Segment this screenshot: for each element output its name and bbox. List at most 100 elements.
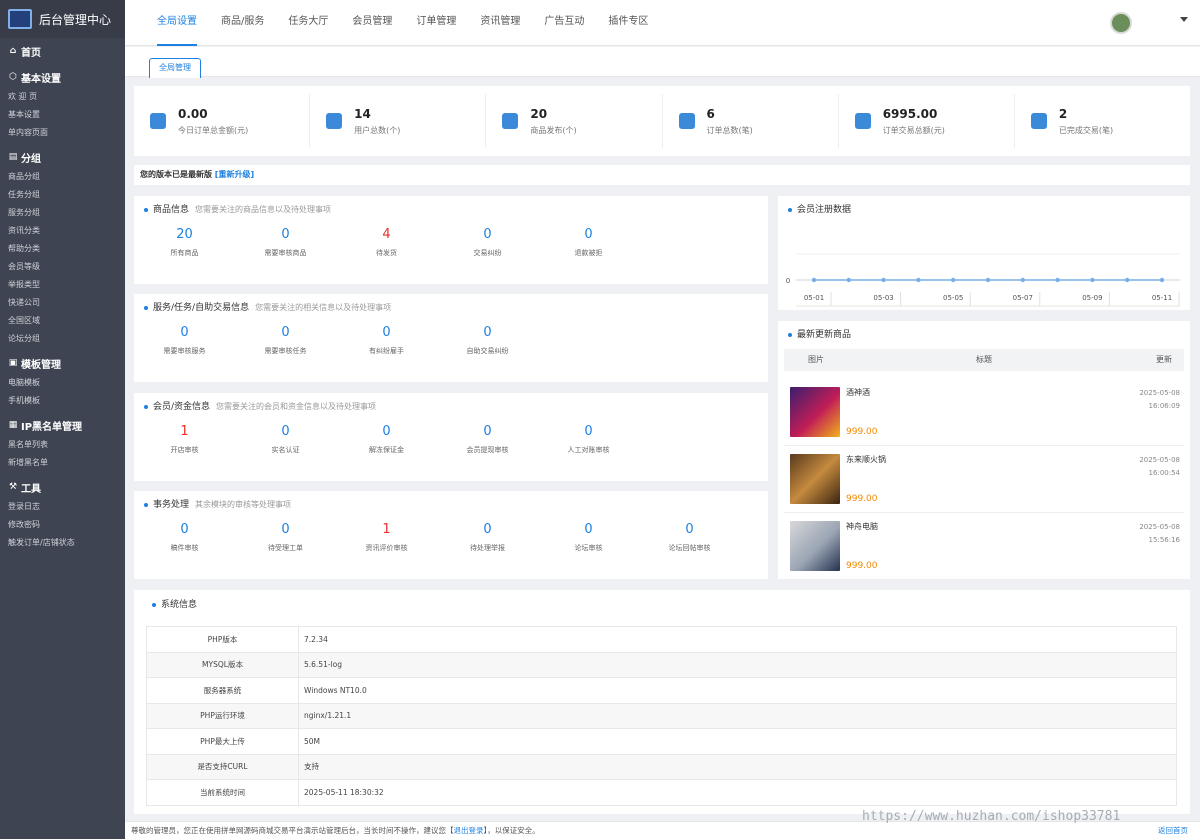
footer-notice-end: 】，以保证安全。 <box>483 826 540 835</box>
metric-item[interactable]: 1 资讯评价审核 <box>336 519 437 553</box>
product-title[interactable]: 酒神酒 <box>846 387 1124 398</box>
top-tab[interactable]: 全局设置 <box>157 0 197 46</box>
nav-items: 登录日志 修改密码 触发订单/店铺状态 <box>8 498 117 552</box>
product-info: 神舟电脑 999.00 <box>846 521 1124 571</box>
logout-link[interactable]: 退出登录 <box>454 826 484 835</box>
metric-item[interactable]: 0 交易纠纷 <box>437 224 538 258</box>
sidebar-item[interactable]: 触发订单/店铺状态 <box>8 534 117 552</box>
metric-item[interactable]: 0 自助交易纠纷 <box>437 322 538 356</box>
stat-text: 6 订单总数(笔) <box>707 107 753 136</box>
sidebar-item[interactable]: 论坛分组 <box>8 330 70 348</box>
product-updated: 2025-05-08 15:56:16 <box>1124 521 1184 547</box>
upgrade-link[interactable]: [重新升级] <box>215 170 254 179</box>
product-title[interactable]: 东来顺火锅 <box>846 454 1124 465</box>
sidebar-item[interactable]: 修改密码 <box>8 516 70 534</box>
chevron-down-icon[interactable] <box>1180 17 1188 22</box>
metric-item[interactable]: 1 开店审核 <box>134 421 235 455</box>
nav-group: ▤ 分组 商品分组 任务分组 服务分组 资讯分类 帮助分类 会员等级 举报类型 快递公司 全国区域论… <box>0 146 125 348</box>
metric-item[interactable]: 0 论坛审核 <box>538 519 639 553</box>
sidebar-item[interactable]: 登录日志 <box>8 498 70 516</box>
product-row[interactable]: 神舟电脑 999.00 2025-05-08 15:56:16 <box>784 513 1184 580</box>
top-tab[interactable]: 广告互动 <box>544 0 584 46</box>
metric-item[interactable]: 0 需要审核任务 <box>235 322 336 356</box>
sidebar-item[interactable]: 全国区域 <box>8 312 70 330</box>
sidebar-item[interactable]: 会员等级 <box>8 258 70 276</box>
metric-item[interactable]: 4 待发货 <box>336 224 437 258</box>
top-tab[interactable]: 会员管理 <box>352 0 392 46</box>
sidebar-item[interactable]: 电脑模板 <box>8 374 70 392</box>
brand[interactable]: 后台管理中心 <box>0 0 125 38</box>
back-home-link[interactable]: 返回首页 <box>1158 822 1188 839</box>
system-key: MYSQL版本 <box>146 651 299 678</box>
system-value: 7.2.34 <box>298 626 1177 653</box>
stat-label: 订单交易总额(元) <box>882 125 945 135</box>
dot-icon <box>144 207 148 212</box>
metric-value: 0 <box>180 325 189 340</box>
nav-group-header[interactable]: ⌂ 首页 <box>8 40 117 62</box>
stat-value: 6 <box>706 106 715 121</box>
top-tab[interactable]: 插件专区 <box>608 0 648 46</box>
product-image[interactable] <box>790 521 840 571</box>
sidebar-item[interactable]: 快递公司 <box>8 294 70 312</box>
top-tab[interactable]: 任务大厅 <box>288 0 328 46</box>
nav-group-icon: ▦ <box>8 420 18 430</box>
metric-item[interactable]: 0 退款被拒 <box>538 224 639 258</box>
version-text: 您的版本已是最新版 <box>140 170 212 179</box>
data-point <box>1055 277 1060 283</box>
sidebar-item[interactable]: 帮助分类 <box>8 240 70 258</box>
metric-item[interactable]: 0 待处理举报 <box>437 519 538 553</box>
metric-item[interactable]: 0 待受理工单 <box>235 519 336 553</box>
product-image[interactable] <box>790 454 840 504</box>
metric-item[interactable]: 0 人工对账审核 <box>538 421 639 455</box>
sidebar-item[interactable]: 任务分组 <box>8 186 70 204</box>
product-date: 2025-05-08 <box>1139 389 1180 397</box>
tab-global-management[interactable]: 全局管理 <box>149 58 201 78</box>
metric-item[interactable]: 0 实名认证 <box>235 421 336 455</box>
nav-group-header[interactable]: ▦ IP黑名单管理 <box>8 414 117 436</box>
sidebar-item[interactable]: 服务分组 <box>8 204 70 222</box>
system-row: MYSQL版本 5.6.51-log <box>146 651 1177 678</box>
product-row[interactable]: 酒神酒 999.00 2025-05-08 16:06:09 <box>784 379 1184 446</box>
metric-item[interactable]: 20 所有商品 <box>134 224 235 258</box>
top-tab[interactable]: 订单管理 <box>416 0 456 46</box>
metric-item[interactable]: 0 有纠纷雇手 <box>336 322 437 356</box>
product-title[interactable]: 神舟电脑 <box>846 521 1124 532</box>
product-row[interactable]: 东来顺火锅 999.00 2025-05-08 16:00:54 <box>784 446 1184 513</box>
metric-item[interactable]: 0 解冻保证金 <box>336 421 437 455</box>
sidebar-item[interactable]: 欢 迎 页 <box>8 88 70 106</box>
metric-item[interactable]: 0 稿件审核 <box>134 519 235 553</box>
sidebar-item[interactable]: 手机模板 <box>8 392 70 410</box>
metric-label: 论坛审核 <box>574 544 603 552</box>
system-info-card: 系统信息 PHP版本 7.2.34 MYSQL版本 5.6.51-log 服务器系统 Wi… <box>134 590 1190 814</box>
metric-item[interactable]: 0 需要审核商品 <box>235 224 336 258</box>
sidebar-item[interactable]: 商品分组 <box>8 168 70 186</box>
product-image[interactable] <box>790 387 840 437</box>
nav-group-header[interactable]: ⬡ 基本设置 <box>8 66 117 88</box>
nav-group-icon: ⬡ <box>9 72 17 82</box>
sidebar-item[interactable]: 基本设置 <box>8 106 70 124</box>
sidebar-item[interactable]: 举报类型 <box>8 276 70 294</box>
register-line-chart: 0 05-01 05-03 05-05 05-07 05-09 05-11 <box>786 253 1180 307</box>
sidebar-item[interactable]: 资讯分类 <box>8 222 70 240</box>
latest-products-card: 最新更新商品 图片 标题 更新 酒神酒 999.00 2025-05-08 16:06… <box>778 321 1190 580</box>
sidebar-item[interactable]: 单内容页面 <box>8 124 70 142</box>
data-point <box>1020 277 1025 283</box>
top-tab[interactable]: 资讯管理 <box>480 0 520 46</box>
section-desc: 其余模块的审核等处理事项 <box>195 500 292 509</box>
top-tab[interactable]: 商品/服务 <box>221 0 264 46</box>
nav-group-header[interactable]: ▣ 模板管理 <box>8 352 117 374</box>
avatar[interactable] <box>1110 12 1132 34</box>
metric-item[interactable]: 0 需要审核服务 <box>134 322 235 356</box>
sidebar-item[interactable]: 黑名单列表 <box>8 436 70 454</box>
metric-item[interactable]: 0 论坛回帖审核 <box>639 519 740 553</box>
metric-value: 1 <box>382 522 391 537</box>
system-row: 是否支持CURL 支持 <box>146 753 1177 780</box>
register-chart-card: 会员注册数据 0 05-01 05-03 05-05 05-07 05-09 05-11 <box>778 196 1190 310</box>
metric-value: 0 <box>685 522 694 537</box>
sidebar-item[interactable]: 新增黑名单 <box>8 454 70 472</box>
metric-value: 0 <box>281 522 290 537</box>
nav-group-header[interactable]: ▤ 分组 <box>8 146 117 168</box>
stats-bar: 0.00 今日订单总金额(元) 14 用户总数(个) 20 商品发布(个) 6 订单总数(笔)… <box>134 86 1190 156</box>
nav-group-header[interactable]: ⚒ 工具 <box>8 476 117 498</box>
metric-item[interactable]: 0 会员提现审核 <box>437 421 538 455</box>
